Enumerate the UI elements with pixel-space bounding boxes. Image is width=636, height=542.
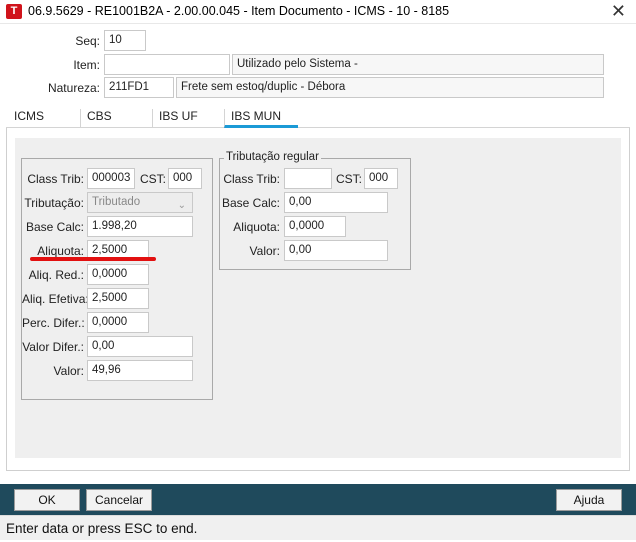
regular-cst-field[interactable]: 000 <box>364 168 398 189</box>
natureza-label: Natureza: <box>47 81 100 95</box>
item-description: Utilizado pelo Sistema - <box>232 54 604 75</box>
aliq-efetiva-label: Aliq. Efetiva: <box>22 292 89 306</box>
tab-icms[interactable]: ICMS <box>8 109 80 128</box>
regular-valor-field[interactable]: 0,00 <box>284 240 388 261</box>
regular-aliquota-label: Aliquota: <box>233 220 280 234</box>
item-field[interactable] <box>104 54 230 75</box>
tributacao-value: Tributado <box>92 196 141 208</box>
tab-cbs[interactable]: CBS <box>80 109 152 128</box>
app-logo-icon: T <box>6 4 22 19</box>
tributacao-label: Tributação: <box>24 196 84 210</box>
base-calc-field[interactable]: 1.998,20 <box>87 216 193 237</box>
regular-base-calc-field[interactable]: 0,00 <box>284 192 388 213</box>
chevron-down-icon: ⌄ <box>177 200 186 211</box>
tab-panel: Class Trib: 000003 CST: 000 Tributação: … <box>6 128 630 471</box>
perc-difer-label: Perc. Difer.: <box>22 316 85 330</box>
regular-class-trib-field[interactable] <box>284 168 332 189</box>
cst-field[interactable]: 000 <box>168 168 202 189</box>
button-bar: OK Cancelar Ajuda <box>0 484 636 515</box>
class-trib-field[interactable]: 000003 <box>87 168 135 189</box>
regular-valor-label: Valor: <box>249 244 280 258</box>
valor-difer-field[interactable]: 0,00 <box>87 336 193 357</box>
perc-difer-field[interactable]: 0,0000 <box>87 312 149 333</box>
regular-base-calc-label: Base Calc: <box>221 196 280 210</box>
valor-field[interactable]: 49,96 <box>87 360 193 381</box>
tab-bar: ICMS CBS IBS UF IBS MUN <box>6 106 630 128</box>
ok-button[interactable]: OK <box>14 489 80 511</box>
tributacao-regular-title: Tributação regular <box>224 151 321 163</box>
base-calc-label: Base Calc: <box>25 220 84 234</box>
seq-label: Seq: <box>75 34 100 48</box>
close-icon[interactable]: ✕ <box>611 1 626 21</box>
cst-label: CST: <box>139 172 166 186</box>
panel-content: Class Trib: 000003 CST: 000 Tributação: … <box>15 138 621 458</box>
tributacao-select[interactable]: Tributado ⌄ <box>87 192 193 213</box>
seq-field[interactable]: 10 <box>104 30 146 51</box>
ibs-mun-group: Class Trib: 000003 CST: 000 Tributação: … <box>21 158 213 400</box>
aliq-red-label: Aliq. Red.: <box>28 268 84 282</box>
natureza-description: Frete sem estoq/duplic - Débora <box>176 77 604 98</box>
aliq-red-field[interactable]: 0,0000 <box>87 264 149 285</box>
ajuda-button[interactable]: Ajuda <box>556 489 622 511</box>
tab-ibs-uf[interactable]: IBS UF <box>152 109 224 128</box>
tab-ibs-mun[interactable]: IBS MUN <box>224 109 298 128</box>
aliq-efetiva-field[interactable]: 2,5000 <box>87 288 149 309</box>
title-bar: T 06.9.5629 - RE1001B2A - 2.00.00.045 - … <box>0 0 636 24</box>
item-label: Item: <box>73 58 100 72</box>
cancelar-button[interactable]: Cancelar <box>86 489 152 511</box>
aliquota-highlight-mark <box>30 257 156 261</box>
natureza-field[interactable]: 211FD1 <box>104 77 174 98</box>
regular-class-trib-label: Class Trib: <box>223 172 280 186</box>
class-trib-label: Class Trib: <box>27 172 84 186</box>
status-bar: Enter data or press ESC to end. <box>0 515 636 540</box>
tributacao-regular-group: Tributação regular Class Trib: CST: 000 … <box>219 151 411 270</box>
aliquota-label: Aliquota: <box>37 244 84 258</box>
regular-aliquota-field[interactable]: 0,0000 <box>284 216 346 237</box>
valor-label: Valor: <box>53 364 84 378</box>
window-title: 06.9.5629 - RE1001B2A - 2.00.00.045 - It… <box>28 4 450 18</box>
valor-difer-label: Valor Difer.: <box>22 340 84 354</box>
regular-cst-label: CST: <box>335 172 362 186</box>
